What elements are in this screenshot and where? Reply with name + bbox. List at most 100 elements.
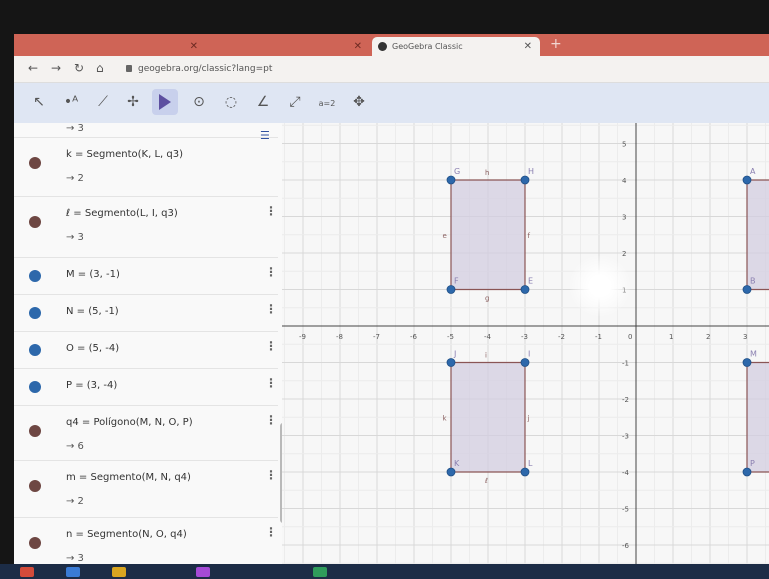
visibility-toggle[interactable]	[29, 216, 41, 228]
algebra-row[interactable]: M = (3, -1) ⋮	[14, 257, 278, 295]
polygon-q1[interactable]	[450, 179, 526, 291]
taskbar-app-icon[interactable]	[313, 567, 327, 577]
taskbar-app-icon[interactable]	[66, 567, 80, 577]
circle-tool-icon[interactable]: ⊙	[186, 89, 212, 115]
algebra-definition[interactable]: O = (5, -4)	[66, 343, 119, 354]
y-tick-label: -6	[622, 542, 630, 550]
point-tool-icon[interactable]: •ᴬ	[58, 89, 84, 115]
algebra-row[interactable]: q4 = Polígono(M, N, O, P) → 6 ⋮	[14, 405, 278, 461]
algebra-definition[interactable]: P = (3, -4)	[66, 380, 117, 391]
algebra-value: → 3	[66, 232, 84, 243]
more-options-icon[interactable]: ⋮	[265, 204, 277, 218]
visibility-toggle[interactable]	[29, 381, 41, 393]
x-tick-label: 2	[706, 333, 710, 341]
point-label: P	[750, 459, 755, 468]
visibility-toggle[interactable]	[29, 537, 41, 549]
line-tool-icon[interactable]: ⟋	[90, 89, 116, 115]
point[interactable]	[446, 467, 456, 477]
algebra-definition[interactable]: q4 = Polígono(M, N, O, P)	[66, 417, 193, 428]
point[interactable]	[742, 358, 752, 367]
graphics-view[interactable]: -9-8-7-6-5-4-3-2-1012354321-1-2-3-4-5-6g…	[282, 106, 769, 564]
tab-1[interactable]: ✕	[26, 37, 206, 56]
visibility-toggle[interactable]	[29, 307, 41, 319]
algebra-row[interactable]: P = (3, -4) ⋮	[14, 368, 278, 406]
visibility-toggle[interactable]	[29, 157, 41, 169]
point[interactable]	[446, 285, 456, 294]
reflect-tool-icon[interactable]: ⤢	[282, 89, 308, 115]
algebra-row[interactable]: → 3	[14, 123, 278, 138]
taskbar-app-icon[interactable]	[20, 567, 34, 577]
point[interactable]	[520, 467, 530, 477]
polygon-tool-icon[interactable]	[152, 89, 178, 115]
close-icon[interactable]: ✕	[524, 37, 532, 56]
algebra-value: → 2	[66, 173, 84, 184]
algebra-row[interactable]: ℓ = Segmento(L, I, q3) → 3 ⋮	[14, 196, 278, 258]
taskbar-app-icon[interactable]	[196, 567, 210, 577]
more-options-icon[interactable]: ⋮	[265, 468, 277, 482]
point[interactable]	[520, 358, 530, 367]
close-icon[interactable]: ✕	[354, 37, 362, 56]
algebra-definition[interactable]: m = Segmento(M, N, q4)	[66, 472, 191, 483]
visibility-toggle[interactable]	[29, 480, 41, 492]
reload-icon[interactable]: ↻	[74, 61, 84, 75]
x-tick-label: -1	[595, 333, 602, 341]
more-options-icon[interactable]: ⋮	[265, 265, 277, 279]
algebra-definition[interactable]: ℓ = Segmento(L, I, q3)	[66, 208, 178, 219]
point[interactable]	[742, 175, 752, 185]
more-options-icon[interactable]: ⋮	[265, 525, 277, 539]
tab-2[interactable]: ✕	[200, 37, 370, 56]
coordinate-plane[interactable]: -9-8-7-6-5-4-3-2-1012354321-1-2-3-4-5-6g…	[282, 106, 769, 564]
visibility-toggle[interactable]	[29, 425, 41, 437]
move-graphics-view-tool-icon[interactable]: ✥	[346, 89, 372, 115]
point[interactable]	[742, 285, 752, 294]
home-icon[interactable]: ⌂	[96, 61, 104, 75]
os-taskbar	[0, 564, 769, 579]
point[interactable]	[742, 467, 752, 477]
algebra-definition[interactable]: M = (3, -1)	[66, 269, 120, 280]
new-tab-button[interactable]: +	[550, 36, 562, 52]
circle-three-points-tool-icon[interactable]: ◌	[218, 89, 244, 115]
more-options-icon[interactable]: ⋮	[265, 413, 277, 427]
perpendicular-line-tool-icon[interactable]: ✢	[120, 89, 146, 115]
point[interactable]	[446, 175, 456, 185]
point[interactable]	[446, 358, 456, 367]
back-icon[interactable]: ←	[28, 61, 38, 75]
y-tick-label: -3	[622, 433, 629, 441]
browser-window: ✕ ✕ GeoGebra Classic ✕ + ← → ↻ ⌂ geogebr…	[14, 34, 769, 564]
point-label: F	[454, 277, 459, 286]
y-tick-label: -1	[622, 360, 629, 368]
x-tick-label: 0	[628, 333, 632, 341]
forward-icon[interactable]: →	[51, 61, 61, 75]
polygon-q2[interactable]	[746, 179, 769, 291]
y-tick-label: 2	[622, 250, 626, 258]
slider-tool-icon[interactable]: a=2	[314, 89, 340, 115]
algebra-definition[interactable]: k = Segmento(K, L, q3)	[66, 149, 183, 160]
point[interactable]	[520, 285, 530, 294]
polygon-q4[interactable]	[746, 361, 769, 473]
visibility-toggle[interactable]	[29, 270, 41, 282]
url-field[interactable]: geogebra.org/classic?lang=pt	[126, 61, 746, 77]
x-tick-label: -9	[299, 333, 306, 341]
more-options-icon[interactable]: ⋮	[265, 302, 277, 316]
move-tool-icon[interactable]: ↖	[26, 89, 52, 115]
taskbar-app-icon[interactable]	[112, 567, 126, 577]
tab-geogebra[interactable]: GeoGebra Classic ✕	[372, 37, 540, 56]
point-label: M	[750, 350, 757, 359]
more-options-icon[interactable]: ⋮	[265, 339, 277, 353]
segment-label: g	[485, 295, 489, 303]
y-tick-label: -4	[622, 469, 630, 477]
algebra-definition[interactable]: N = (5, -1)	[66, 306, 119, 317]
angle-tool-icon[interactable]: ∠	[250, 89, 276, 115]
visibility-toggle[interactable]	[29, 344, 41, 356]
algebra-definition[interactable]: n = Segmento(N, O, q4)	[66, 529, 187, 540]
segment-label: j	[527, 414, 530, 422]
close-icon[interactable]: ✕	[190, 37, 198, 56]
algebra-row[interactable]: k = Segmento(K, L, q3) → 2	[14, 137, 278, 197]
algebra-row[interactable]: N = (5, -1) ⋮	[14, 294, 278, 332]
point[interactable]	[520, 175, 530, 185]
algebra-row[interactable]: n = Segmento(N, O, q4) → 3 ⋮	[14, 517, 278, 564]
algebra-row[interactable]: m = Segmento(M, N, q4) → 2 ⋮	[14, 460, 278, 518]
polygon-q3[interactable]	[450, 361, 526, 473]
more-options-icon[interactable]: ⋮	[265, 376, 277, 390]
algebra-row[interactable]: O = (5, -4) ⋮	[14, 331, 278, 369]
